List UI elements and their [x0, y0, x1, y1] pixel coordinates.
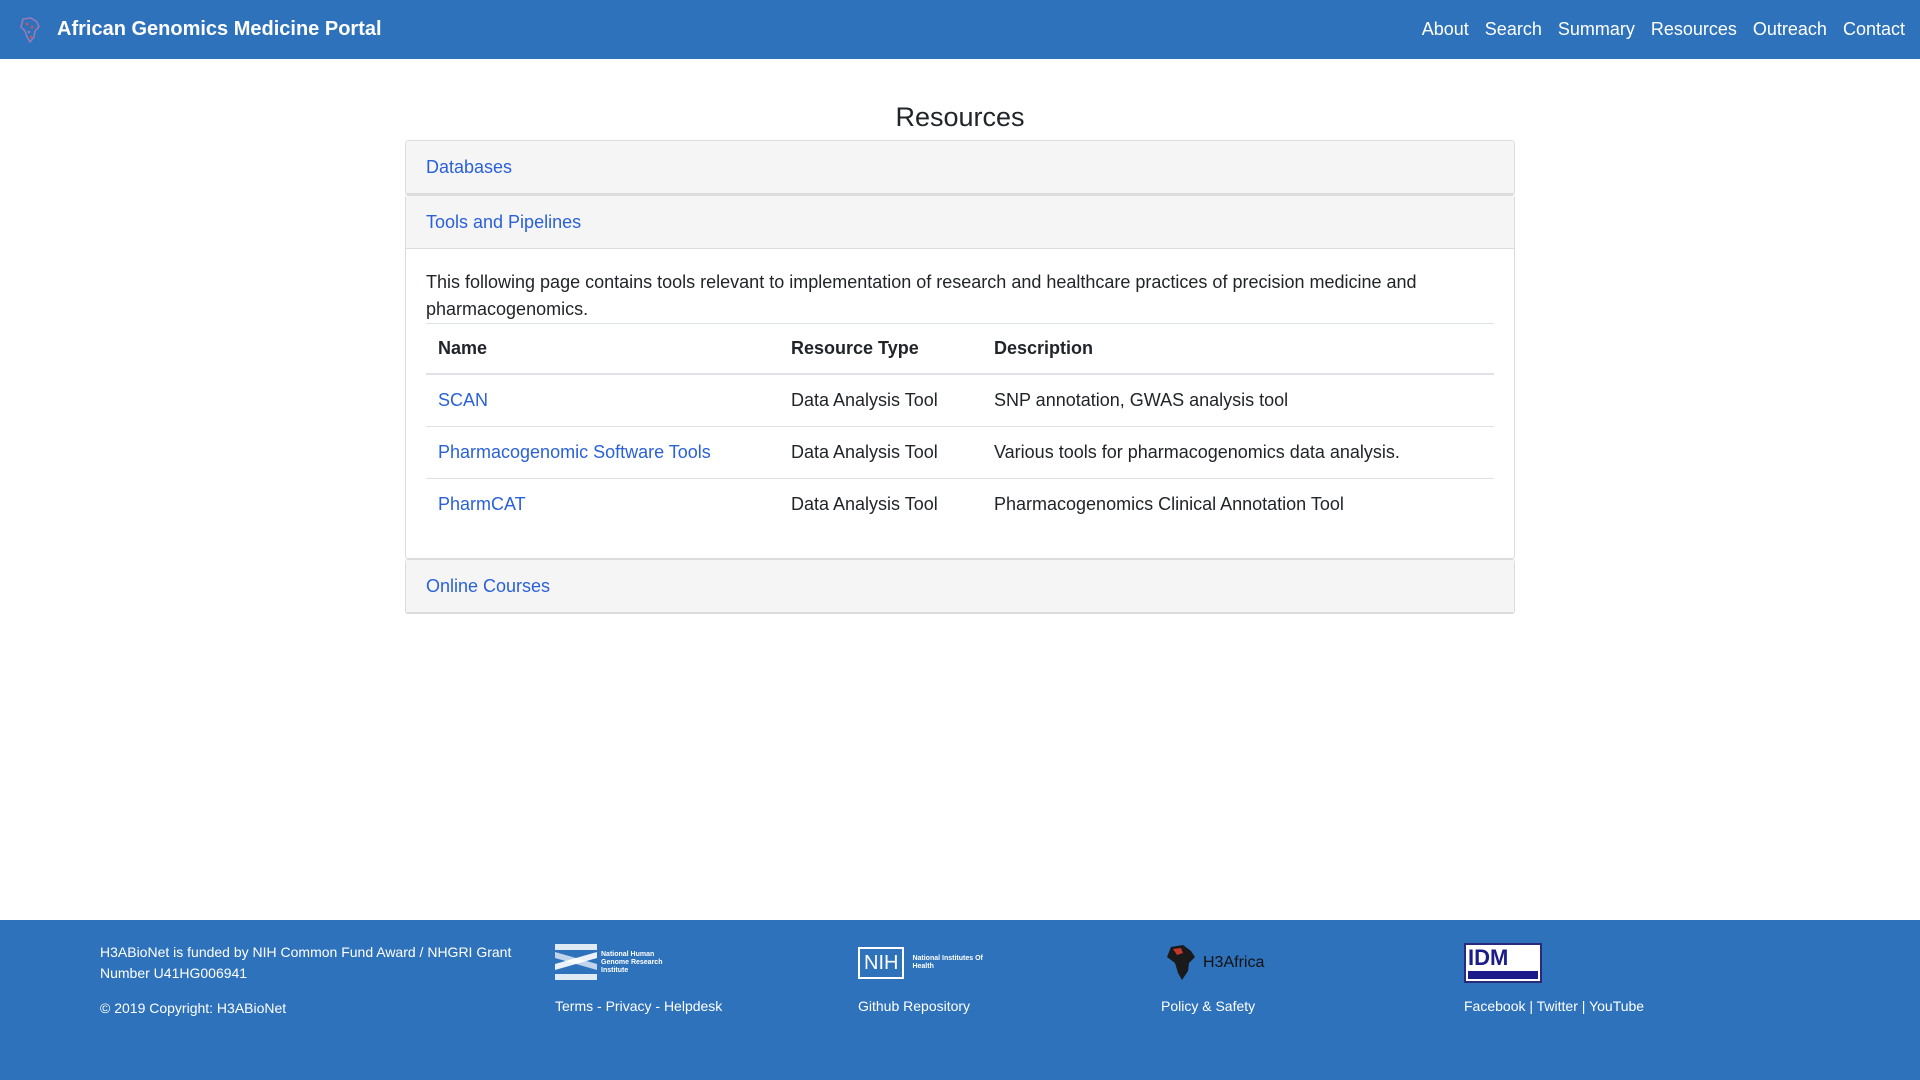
footer-col-funding: H3ABioNet is funded by NIH Common Fund A… — [100, 942, 520, 1016]
tools-table: Name Resource Type Description SCAN Data… — [426, 323, 1494, 530]
table-cell-type: Data Analysis Tool — [779, 374, 982, 427]
column-header-resource-type: Resource Type — [779, 323, 982, 375]
courses-toggle-link[interactable]: Online Courses — [426, 576, 550, 597]
accordion-header-courses[interactable]: Online Courses — [406, 560, 1514, 613]
separator: - — [651, 998, 664, 1014]
tools-panel-body: This following page contains tools relev… — [406, 249, 1514, 558]
accordion-tools: Tools and Pipelines This following page … — [405, 195, 1515, 559]
table-cell-description: Pharmacogenomics Clinical Annotation Too… — [994, 493, 1344, 514]
page-footer: H3ABioNet is funded by NIH Common Fund A… — [0, 920, 1920, 1080]
databases-toggle-link[interactable]: Databases — [426, 157, 512, 178]
africa-map-icon — [1167, 945, 1195, 980]
page-title: Resources — [895, 102, 1025, 132]
main-content: Resources Databases Tools and Pipelines … — [405, 96, 1515, 614]
tool-link-pharmacogenomic-software-tools[interactable]: Pharmacogenomic Software Tools — [438, 442, 711, 462]
social-links: Facebook | Twitter | YouTube — [1464, 998, 1644, 1014]
column-header-description: Description — [982, 323, 1494, 375]
nav-link-outreach[interactable]: Outreach — [1753, 19, 1827, 40]
idm-logo[interactable]: IDM — [1464, 943, 1542, 983]
idm-logo-text: IDM — [1468, 945, 1509, 970]
top-navbar: African Genomics Medicine Portal About S… — [0, 0, 1920, 59]
table-cell-type: Data Analysis Tool — [779, 426, 982, 479]
column-header-name: Name — [426, 323, 779, 375]
nav-link-summary[interactable]: Summary — [1558, 19, 1635, 40]
twitter-link[interactable]: Twitter — [1537, 998, 1578, 1014]
idm-logo-wrapper: IDM — [1464, 942, 1644, 984]
h3africa-logo[interactable]: H3Africa — [1161, 942, 1264, 984]
terms-link[interactable]: Terms — [555, 998, 593, 1014]
nav-link-search[interactable]: Search — [1485, 19, 1542, 40]
separator: - — [593, 998, 606, 1014]
accordion-header-tools[interactable]: Tools and Pipelines — [406, 196, 1514, 249]
nhgri-logo[interactable]: National Human Genome Research Institute — [555, 942, 722, 984]
github-repository-link[interactable]: Github Repository — [858, 998, 970, 1014]
h3africa-logo-text: H3Africa — [1203, 954, 1265, 971]
legal-links: Terms - Privacy - Helpdesk — [555, 998, 722, 1014]
facebook-link[interactable]: Facebook — [1464, 998, 1525, 1014]
nav-menu: About Search Summary Resources Outreach … — [1406, 19, 1905, 40]
nih-logo[interactable]: NIH National Institutes Of Health — [858, 942, 992, 984]
table-cell-description: SNP annotation, GWAS analysis tool — [982, 374, 1494, 427]
tool-link-scan[interactable]: SCAN — [438, 390, 488, 410]
nhgri-logo-text: National Human Genome Research Institute — [601, 951, 663, 974]
copyright-text: © 2019 Copyright: H3ABioNet — [100, 1000, 287, 1016]
helpdesk-link[interactable]: Helpdesk — [664, 998, 722, 1014]
accordion-header-databases[interactable]: Databases — [406, 141, 1514, 194]
footer-col-nhgri: National Human Genome Research Institute… — [555, 942, 722, 1014]
nih-logo-text: National Institutes Of Health — [912, 955, 983, 970]
separator: | — [1525, 998, 1537, 1014]
footer-col-nih: NIH National Institutes Of Health Github… — [858, 942, 992, 1014]
nav-link-about[interactable]: About — [1422, 19, 1469, 40]
footer-col-h3africa: H3Africa Policy & Safety — [1161, 942, 1264, 1014]
table-row: Pharmacogenomic Software Tools Data Anal… — [426, 426, 1494, 479]
accordion-databases: Databases — [405, 140, 1515, 195]
youtube-link[interactable]: YouTube — [1589, 998, 1644, 1014]
nhgri-x-icon — [555, 944, 597, 980]
tools-intro-text: This following page contains tools relev… — [426, 272, 1417, 319]
africa-dna-logo-icon — [20, 16, 40, 43]
tools-toggle-link[interactable]: Tools and Pipelines — [426, 212, 581, 233]
table-cell-type: Data Analysis Tool — [791, 493, 938, 514]
brand-title: African Genomics Medicine Portal — [57, 18, 382, 40]
nav-link-contact[interactable]: Contact — [1843, 19, 1905, 40]
nav-link-resources[interactable]: Resources — [1651, 19, 1737, 40]
funding-text: H3ABioNet is funded by NIH Common Fund A… — [100, 944, 512, 981]
separator: | — [1577, 998, 1590, 1014]
policy-safety-link[interactable]: Policy & Safety — [1161, 998, 1255, 1014]
brand-link[interactable]: African Genomics Medicine Portal — [15, 15, 382, 45]
privacy-link[interactable]: Privacy — [606, 998, 652, 1014]
tool-link-pharmcat[interactable]: PharmCAT — [438, 494, 526, 514]
table-row: PharmCAT Data Analysis Tool Pharmacogeno… — [426, 478, 1494, 530]
table-cell-description: Various tools for pharmacogenomics data … — [982, 426, 1494, 479]
table-header-row: Name Resource Type Description — [426, 323, 1494, 375]
footer-col-social: IDM Facebook | Twitter | YouTube — [1464, 942, 1644, 1014]
accordion-courses: Online Courses — [405, 559, 1515, 614]
table-row: SCAN Data Analysis Tool SNP annotation, … — [426, 374, 1494, 427]
idm-logo-bar — [1468, 971, 1538, 979]
nih-logo-mark: NIH — [858, 947, 905, 979]
